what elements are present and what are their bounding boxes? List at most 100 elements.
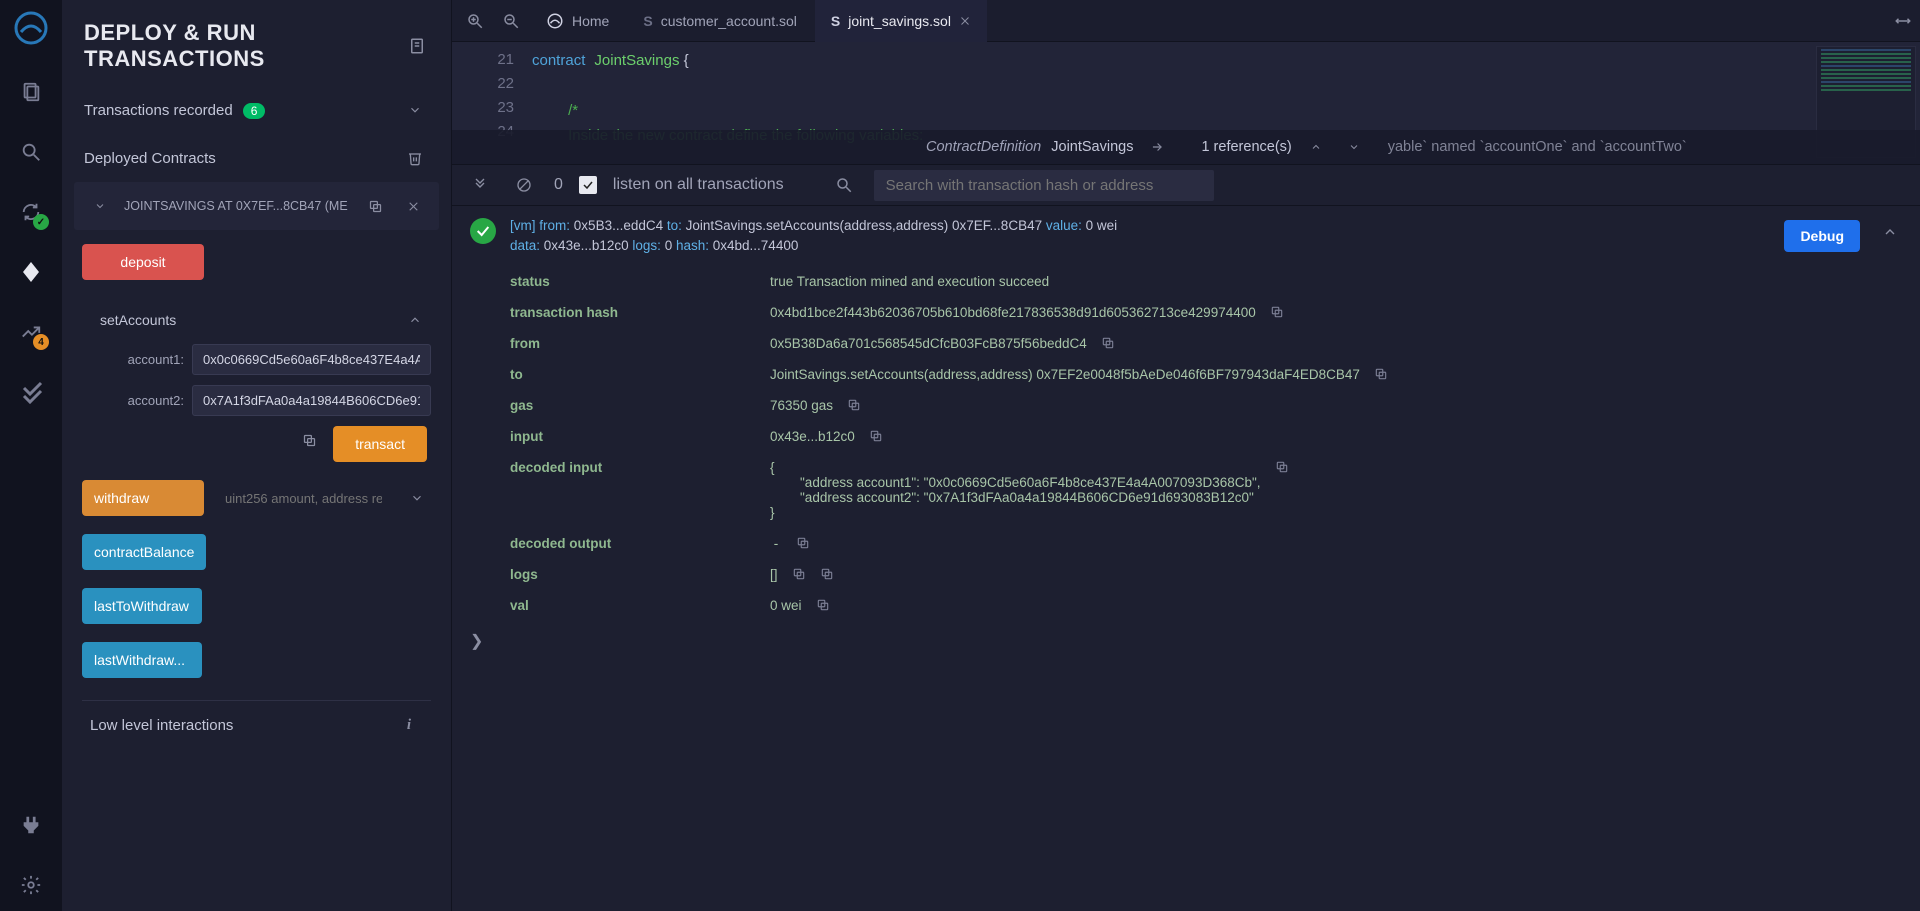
compiler-icon[interactable]: ✓ bbox=[15, 196, 47, 228]
tx-value: true Transaction mined and execution suc… bbox=[770, 274, 1902, 289]
info-icon[interactable]: i bbox=[395, 711, 423, 739]
code-editor[interactable]: 21222324 contract JointSavings { /* Insi… bbox=[452, 42, 1920, 164]
terminal-search-input[interactable] bbox=[874, 170, 1214, 201]
tx-row: logs[] bbox=[510, 559, 1902, 590]
copy-icon[interactable] bbox=[1101, 336, 1115, 350]
tab-joint-savings[interactable]: S joint_savings.sol bbox=[815, 0, 987, 42]
share-icon[interactable] bbox=[1143, 133, 1171, 161]
tab-home[interactable]: Home bbox=[530, 0, 625, 42]
ban-icon[interactable] bbox=[510, 171, 538, 199]
tx-key: val bbox=[510, 598, 770, 613]
tx-key: from bbox=[510, 336, 770, 351]
left-icon-bar: ✓ 4 bbox=[0, 0, 62, 911]
chevron-down-icon[interactable] bbox=[401, 96, 429, 124]
ref-kind: ContractDefinition bbox=[926, 139, 1041, 155]
copy-icon[interactable] bbox=[1270, 305, 1284, 319]
tx-value: [] bbox=[770, 567, 1902, 582]
tx-value: { "address account1": "0x0c0669Cd5e60a6F… bbox=[770, 460, 1902, 520]
remix-logo[interactable] bbox=[11, 8, 51, 48]
copy-icon[interactable] bbox=[792, 567, 806, 581]
transactions-recorded-row[interactable]: Transactions recorded 6 bbox=[62, 86, 451, 134]
tx-key: status bbox=[510, 274, 770, 289]
transactions-recorded-count: 6 bbox=[243, 103, 266, 119]
file-explorer-icon[interactable] bbox=[15, 76, 47, 108]
success-icon bbox=[470, 218, 496, 244]
chevron-down-icon[interactable] bbox=[403, 484, 431, 512]
transact-button[interactable]: transact bbox=[333, 426, 427, 462]
tx-key: logs bbox=[510, 567, 770, 582]
debug-button[interactable]: Debug bbox=[1784, 220, 1860, 252]
copy-icon[interactable] bbox=[816, 598, 830, 612]
close-icon[interactable] bbox=[399, 192, 427, 220]
contractbalance-button[interactable]: contractBalance bbox=[82, 534, 206, 570]
copy-icon[interactable] bbox=[847, 398, 861, 412]
solidity-file-icon: S bbox=[831, 13, 840, 29]
terminal-prompt[interactable]: ❯ bbox=[470, 631, 1902, 651]
lasttowithdraw-button[interactable]: lastToWithdraw bbox=[82, 588, 202, 624]
deployed-contracts-label: Deployed Contracts bbox=[84, 150, 216, 167]
compiler-success-badge: ✓ bbox=[33, 214, 49, 230]
account1-input[interactable] bbox=[192, 344, 431, 375]
copy-icon[interactable] bbox=[1275, 460, 1289, 474]
tx-row: gas76350 gas bbox=[510, 390, 1902, 421]
ref-name: JointSavings bbox=[1051, 139, 1133, 155]
tx-summary[interactable]: [vm] from: 0x5B3...eddC4 to: JointSaving… bbox=[470, 216, 1902, 256]
tab-customer-account-label: customer_account.sol bbox=[661, 13, 797, 29]
debugger-icon[interactable] bbox=[15, 376, 47, 408]
expand-icon[interactable] bbox=[1886, 4, 1920, 38]
deployed-instance-header[interactable]: JOINTSAVINGS AT 0X7EF...8CB47 (ME bbox=[74, 182, 439, 230]
tx-row: decoded input{ "address account1": "0x0c… bbox=[510, 452, 1902, 528]
withdraw-button[interactable]: withdraw bbox=[82, 480, 204, 516]
chevron-up-icon[interactable] bbox=[1882, 224, 1898, 240]
panel-doc-icon[interactable] bbox=[404, 32, 429, 60]
copy-icon[interactable] bbox=[869, 429, 883, 443]
tx-value: JointSavings.setAccounts(address,address… bbox=[770, 367, 1902, 382]
tab-home-label: Home bbox=[572, 13, 609, 29]
panel-title: DEPLOY & RUN TRANSACTIONS bbox=[84, 20, 404, 72]
copy-params-icon[interactable] bbox=[295, 426, 323, 454]
tx-row: decoded output - bbox=[510, 528, 1902, 559]
chevron-down-icon[interactable] bbox=[86, 192, 114, 220]
zoom-out-icon[interactable] bbox=[494, 4, 528, 38]
tx-key: transaction hash bbox=[510, 305, 770, 320]
copy-icon[interactable] bbox=[361, 192, 389, 220]
search-icon[interactable] bbox=[15, 136, 47, 168]
ref-count: 1 reference(s) bbox=[1201, 139, 1291, 155]
tx-row: transaction hash0x4bd1bce2f443b62036705b… bbox=[510, 297, 1902, 328]
tx-value: - bbox=[770, 536, 1902, 551]
ref-tail: yable` named `accountOne` and `accountTw… bbox=[1388, 139, 1687, 155]
plugin-icon[interactable] bbox=[15, 809, 47, 841]
chevron-up-icon[interactable] bbox=[1302, 133, 1330, 161]
tx-row: toJointSavings.setAccounts(address,addre… bbox=[510, 359, 1902, 390]
copy-icon[interactable] bbox=[1374, 367, 1388, 381]
reference-bar: ContractDefinition JointSavings 1 refere… bbox=[452, 130, 1920, 164]
collapse-icon[interactable] bbox=[466, 171, 494, 199]
trash-icon[interactable] bbox=[401, 144, 429, 172]
copy-icon[interactable] bbox=[796, 536, 810, 550]
lastwithdraw-button[interactable]: lastWithdraw... bbox=[82, 642, 202, 678]
close-tab-icon[interactable] bbox=[959, 15, 971, 27]
analytics-badge: 4 bbox=[33, 334, 49, 350]
setaccounts-label: setAccounts bbox=[100, 312, 176, 328]
tx-row: from0x5B38Da6a701c568545dCfcB03FcB875f56… bbox=[510, 328, 1902, 359]
withdraw-params-input[interactable] bbox=[214, 483, 393, 514]
copy-icon[interactable] bbox=[820, 567, 834, 581]
tx-key: gas bbox=[510, 398, 770, 413]
tab-customer-account[interactable]: S customer_account.sol bbox=[627, 0, 813, 42]
home-tab-icon bbox=[546, 12, 564, 30]
tx-key: to bbox=[510, 367, 770, 382]
deploy-icon[interactable] bbox=[15, 256, 47, 288]
account2-label: account2: bbox=[100, 393, 184, 408]
zoom-in-icon[interactable] bbox=[458, 4, 492, 38]
transactions-recorded-label: Transactions recorded bbox=[84, 102, 233, 119]
deposit-button[interactable]: deposit bbox=[82, 244, 204, 280]
tx-value: 0x43e...b12c0 bbox=[770, 429, 1902, 444]
terminal-toolbar: 0 listen on all transactions bbox=[452, 164, 1920, 206]
chevron-down-icon[interactable] bbox=[1340, 133, 1368, 161]
chevron-up-icon[interactable] bbox=[401, 306, 429, 334]
terminal-search-icon[interactable] bbox=[830, 171, 858, 199]
analytics-icon[interactable]: 4 bbox=[15, 316, 47, 348]
listen-checkbox[interactable] bbox=[579, 176, 597, 194]
settings-icon[interactable] bbox=[15, 869, 47, 901]
account2-input[interactable] bbox=[192, 385, 431, 416]
